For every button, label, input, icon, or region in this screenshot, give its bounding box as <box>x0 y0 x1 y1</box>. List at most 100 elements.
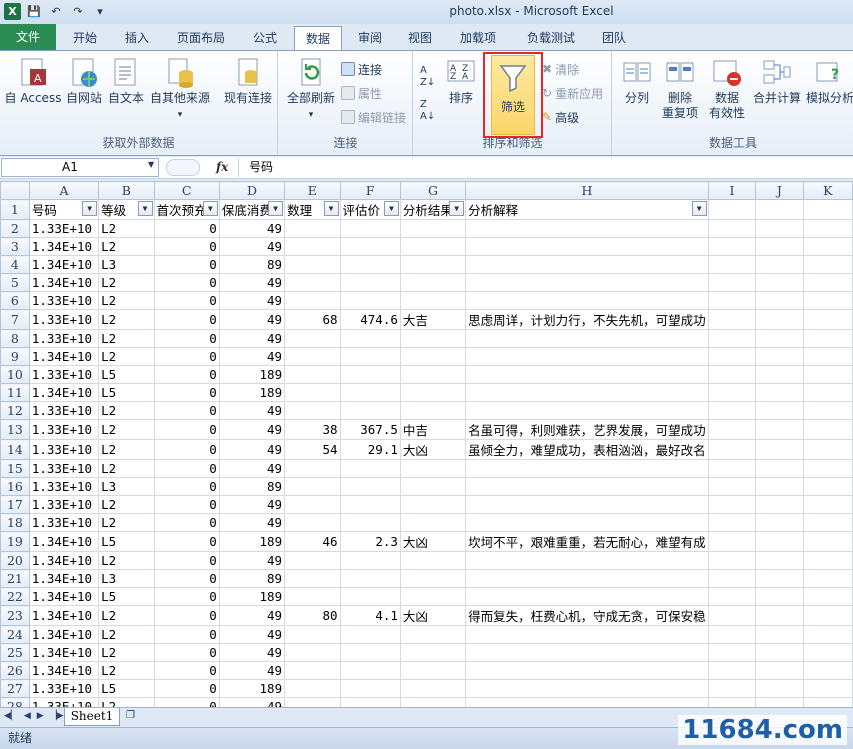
cell[interactable]: 0 <box>153 255 220 274</box>
cell[interactable]: 1.33E+10 <box>28 679 100 698</box>
cell[interactable]: 49 <box>218 401 286 420</box>
cell[interactable] <box>465 255 709 274</box>
cell[interactable] <box>707 643 757 662</box>
cell[interactable] <box>399 495 467 514</box>
cell[interactable] <box>707 459 757 478</box>
cell[interactable] <box>399 401 467 420</box>
cell[interactable]: 1.33E+10 <box>28 459 100 478</box>
cell[interactable] <box>755 347 804 366</box>
cell[interactable] <box>399 273 467 292</box>
filter-dropdown-icon[interactable]: ▼ <box>323 201 339 216</box>
cell[interactable] <box>802 365 853 384</box>
cell[interactable] <box>399 679 467 698</box>
cell[interactable] <box>465 625 709 644</box>
cell[interactable]: L2 <box>98 401 155 420</box>
connections-button[interactable]: 连接 <box>341 59 382 79</box>
cell[interactable] <box>755 459 804 478</box>
cell[interactable] <box>465 513 709 532</box>
cell[interactable]: 0 <box>153 551 220 570</box>
cell[interactable] <box>399 625 467 644</box>
tab-load-test[interactable]: 负载测试 <box>514 26 588 50</box>
cell[interactable]: 367.5 <box>339 419 401 440</box>
cell[interactable] <box>339 219 401 238</box>
cell[interactable] <box>399 459 467 478</box>
cell[interactable]: 0 <box>153 569 220 588</box>
cell[interactable]: L2 <box>98 495 155 514</box>
cell[interactable] <box>755 697 804 707</box>
cell[interactable] <box>707 551 757 570</box>
cell[interactable]: 1.34E+10 <box>28 273 100 292</box>
cell[interactable] <box>802 401 853 420</box>
cell[interactable]: 0 <box>153 643 220 662</box>
cell[interactable]: 0 <box>153 419 220 440</box>
cell[interactable] <box>465 643 709 662</box>
cell[interactable]: 0 <box>153 661 220 680</box>
cell[interactable] <box>465 347 709 366</box>
cell[interactable] <box>802 237 853 256</box>
cell[interactable] <box>399 365 467 384</box>
cell[interactable] <box>802 291 853 310</box>
cell[interactable]: 1.33E+10 <box>28 401 100 420</box>
cell[interactable] <box>399 513 467 532</box>
cell[interactable]: 0 <box>153 439 220 460</box>
cell[interactable] <box>707 679 757 698</box>
cell[interactable] <box>755 439 804 460</box>
row-header[interactable]: 23 <box>0 605 30 626</box>
cell[interactable] <box>339 495 401 514</box>
filter-header-cell[interactable]: 评估价 ▼ <box>339 199 401 220</box>
cell[interactable] <box>707 661 757 680</box>
cell[interactable] <box>802 459 853 478</box>
row-header[interactable]: 6 <box>0 291 30 310</box>
cell[interactable]: 1.34E+10 <box>28 383 100 402</box>
worksheet-grid[interactable]: ABCDEFGHIJK 1 号码 ▼ 等级 ▼ 首次预充 ▼ 保底消费 ▼ 数理 ▼ 评估价 ▼ 分析结果… <box>0 181 853 707</box>
cell[interactable]: 189 <box>218 531 286 552</box>
cell[interactable] <box>465 219 709 238</box>
cell[interactable] <box>284 587 341 606</box>
cell[interactable] <box>284 255 341 274</box>
cell[interactable] <box>755 419 804 440</box>
cell[interactable] <box>707 495 757 514</box>
properties-button[interactable]: 属性 <box>341 83 382 103</box>
cell[interactable] <box>802 439 853 460</box>
cell[interactable]: 2.3 <box>339 531 401 552</box>
row-header[interactable]: 16 <box>0 477 30 496</box>
cell[interactable]: 1.33E+10 <box>28 439 100 460</box>
cell[interactable]: 1.34E+10 <box>28 643 100 662</box>
column-header-g[interactable]: G <box>399 181 467 200</box>
row-header[interactable]: 18 <box>0 513 30 532</box>
row-header[interactable]: 7 <box>0 309 30 330</box>
cell[interactable] <box>339 347 401 366</box>
cell[interactable]: 大凶 <box>399 531 467 552</box>
cell[interactable] <box>465 459 709 478</box>
tab-data[interactable]: 数据 <box>294 26 342 51</box>
advanced-filter-button[interactable]: ✎ 高级 <box>542 107 579 127</box>
cell[interactable] <box>465 495 709 514</box>
cell[interactable]: L5 <box>98 531 155 552</box>
cell[interactable] <box>284 625 341 644</box>
filter-header-cell[interactable]: 数理 ▼ <box>284 199 341 220</box>
cell[interactable]: 4.1 <box>339 605 401 626</box>
cell[interactable]: 49 <box>218 273 286 292</box>
cell[interactable] <box>755 309 804 330</box>
cell[interactable]: 1.33E+10 <box>28 365 100 384</box>
cell[interactable] <box>465 329 709 348</box>
cell[interactable]: 得而复失，枉费心机，守成无贪，可保安稳 <box>465 605 709 626</box>
tab-addins[interactable]: 加载项 <box>448 26 508 50</box>
filter-dropdown-icon[interactable]: ▼ <box>202 201 218 216</box>
cell[interactable] <box>284 365 341 384</box>
cell[interactable] <box>465 679 709 698</box>
cell[interactable]: L3 <box>98 255 155 274</box>
cell[interactable]: L3 <box>98 477 155 496</box>
cell[interactable]: 474.6 <box>339 309 401 330</box>
cell[interactable]: 1.34E+10 <box>28 661 100 680</box>
cell[interactable]: L2 <box>98 329 155 348</box>
from-access-button[interactable]: A 自 Access <box>4 57 62 106</box>
cell[interactable] <box>755 569 804 588</box>
cell[interactable]: 1.34E+10 <box>28 625 100 644</box>
cell[interactable] <box>284 291 341 310</box>
cell[interactable]: L2 <box>98 513 155 532</box>
row-header[interactable]: 13 <box>0 419 30 440</box>
row-header[interactable]: 5 <box>0 273 30 292</box>
cell[interactable]: L2 <box>98 291 155 310</box>
cell[interactable] <box>339 237 401 256</box>
